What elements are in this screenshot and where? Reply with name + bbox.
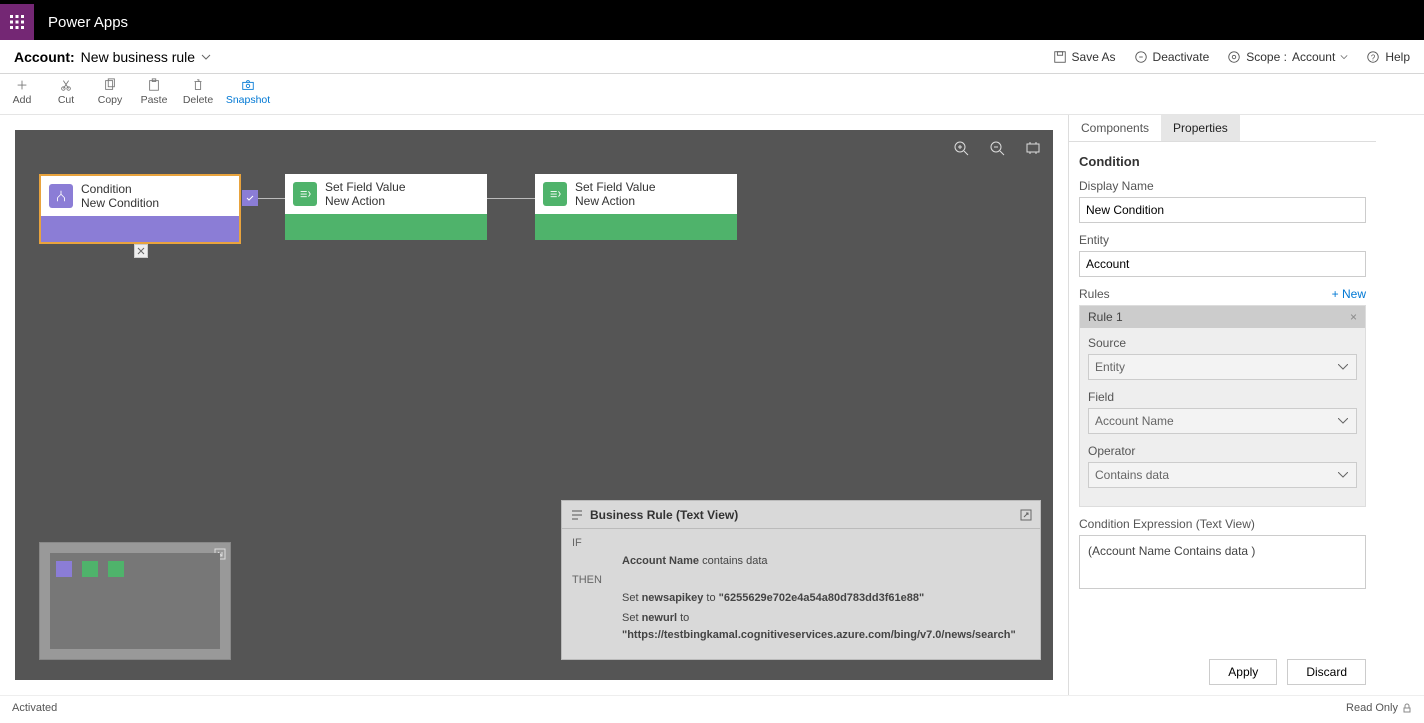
status-bar: Activated Read Only bbox=[0, 695, 1424, 719]
operator-label: Operator bbox=[1088, 444, 1357, 458]
expression-view: (Account Name Contains data ) bbox=[1079, 535, 1366, 589]
discard-button[interactable]: Discard bbox=[1287, 659, 1366, 685]
scope-icon bbox=[1227, 50, 1241, 64]
node-subtitle: New Action bbox=[575, 194, 656, 208]
paste-icon bbox=[147, 78, 161, 92]
entity-label: Entity bbox=[1079, 233, 1366, 247]
breadcrumb[interactable]: Account: New business rule bbox=[14, 49, 211, 65]
canvas-area: Condition New Condition Set Field Value … bbox=[0, 115, 1068, 695]
rules-label: Rules bbox=[1079, 287, 1110, 301]
field-select[interactable]: Account Name bbox=[1088, 408, 1357, 434]
deactivate-button[interactable]: Deactivate bbox=[1134, 50, 1210, 64]
action-icon bbox=[293, 182, 317, 206]
node-title: Set Field Value bbox=[575, 180, 656, 194]
close-icon[interactable]: × bbox=[1350, 310, 1357, 324]
minimap[interactable] bbox=[39, 542, 231, 660]
display-name-input[interactable] bbox=[1079, 197, 1366, 223]
section-title: Condition bbox=[1079, 154, 1366, 169]
plus-icon bbox=[15, 78, 29, 92]
saveas-button[interactable]: Save As bbox=[1053, 50, 1116, 64]
svg-text:?: ? bbox=[1371, 53, 1376, 62]
paste-button[interactable]: Paste bbox=[132, 78, 176, 106]
entity-input[interactable] bbox=[1079, 251, 1366, 277]
help-button[interactable]: ? Help bbox=[1366, 50, 1410, 64]
delete-button[interactable]: Delete bbox=[176, 78, 220, 106]
operator-select[interactable]: Contains data bbox=[1088, 462, 1357, 488]
condition-node[interactable]: Condition New Condition bbox=[39, 174, 241, 244]
action-node[interactable]: Set Field Value New Action bbox=[285, 174, 487, 240]
toolbar: Add Cut Copy Paste Delete Snapshot bbox=[0, 74, 1424, 115]
app-launcher-icon[interactable] bbox=[0, 4, 34, 40]
text-view-panel: Business Rule (Text View) IF Account Nam… bbox=[561, 500, 1041, 660]
breadcrumb-entity: Account: bbox=[14, 49, 75, 65]
zoom-out-icon[interactable] bbox=[989, 140, 1005, 156]
rule-1: Rule 1 × Source Entity Field Account Nam… bbox=[1079, 305, 1366, 507]
node-title: Condition bbox=[81, 182, 159, 196]
zoom-in-icon[interactable] bbox=[953, 140, 969, 156]
expression-label: Condition Expression (Text View) bbox=[1079, 517, 1366, 531]
condition-icon bbox=[49, 184, 73, 208]
rule-icon bbox=[570, 508, 584, 522]
cut-button[interactable]: Cut bbox=[44, 78, 88, 106]
scope-dropdown[interactable]: Scope : Account bbox=[1227, 50, 1348, 64]
node-subtitle: New Action bbox=[325, 194, 406, 208]
expand-icon[interactable] bbox=[1020, 509, 1032, 521]
deactivate-icon bbox=[1134, 50, 1148, 64]
source-select[interactable]: Entity bbox=[1088, 354, 1357, 380]
node-subtitle: New Condition bbox=[81, 196, 159, 210]
camera-icon bbox=[241, 78, 255, 92]
node-title: Set Field Value bbox=[325, 180, 406, 194]
chevron-down-icon bbox=[201, 52, 211, 62]
chevron-down-icon bbox=[1340, 53, 1348, 61]
help-icon: ? bbox=[1366, 50, 1380, 64]
then-clause-1: Set newsapikey to "6255629e702e4a54a80d7… bbox=[622, 590, 1030, 607]
connector bbox=[487, 198, 535, 199]
trash-icon bbox=[191, 78, 205, 92]
copy-icon bbox=[103, 78, 117, 92]
save-icon bbox=[1053, 50, 1067, 64]
canvas[interactable]: Condition New Condition Set Field Value … bbox=[15, 130, 1053, 680]
add-button[interactable]: Add bbox=[0, 78, 44, 106]
lock-icon bbox=[1402, 703, 1412, 713]
fit-icon[interactable] bbox=[1025, 140, 1041, 156]
true-branch-icon bbox=[242, 190, 258, 206]
action-icon bbox=[543, 182, 567, 206]
field-label: Field bbox=[1088, 390, 1357, 404]
copy-button[interactable]: Copy bbox=[88, 78, 132, 106]
app-bar: Power Apps bbox=[0, 4, 1424, 40]
apply-button[interactable]: Apply bbox=[1209, 659, 1277, 685]
status-right: Read Only bbox=[1346, 702, 1398, 714]
snapshot-button[interactable]: Snapshot bbox=[220, 78, 276, 106]
title-row: Account: New business rule Save As Deact… bbox=[0, 40, 1424, 74]
source-label: Source bbox=[1088, 336, 1357, 350]
action-node[interactable]: Set Field Value New Action bbox=[535, 174, 737, 240]
text-view-title: Business Rule (Text View) bbox=[590, 508, 738, 522]
app-name: Power Apps bbox=[34, 14, 128, 31]
new-rule-button[interactable]: + New bbox=[1332, 287, 1366, 301]
rule-title: Rule 1 bbox=[1088, 310, 1123, 324]
false-branch-icon bbox=[134, 244, 148, 258]
tab-properties[interactable]: Properties bbox=[1161, 115, 1240, 141]
breadcrumb-rule: New business rule bbox=[81, 49, 195, 65]
status-left: Activated bbox=[12, 702, 57, 714]
if-clause: Account Name contains data bbox=[622, 553, 1030, 570]
connector bbox=[258, 198, 285, 199]
tab-components[interactable]: Components bbox=[1069, 115, 1161, 141]
display-name-label: Display Name bbox=[1079, 179, 1366, 193]
scissors-icon bbox=[59, 78, 73, 92]
then-clause-2: Set newurl to "https://testbingkamal.cog… bbox=[622, 610, 1030, 643]
properties-panel: Components Properties Condition Display … bbox=[1068, 115, 1388, 695]
